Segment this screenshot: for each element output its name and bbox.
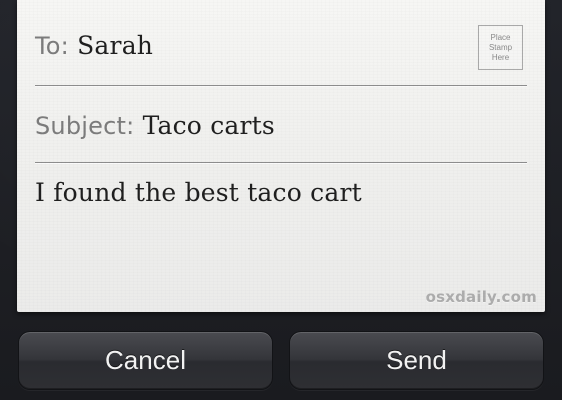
to-divider <box>35 85 527 86</box>
to-field[interactable]: To: Sarah <box>35 31 153 60</box>
watermark: osxdaily.com <box>425 288 537 306</box>
stamp-placeholder: Place Stamp Here <box>478 25 523 70</box>
cancel-button[interactable]: Cancel <box>18 331 273 390</box>
message-body[interactable]: I found the best taco cart <box>35 178 362 207</box>
stamp-line-1: Place <box>490 32 511 42</box>
subject-field[interactable]: Subject: Taco carts <box>35 111 275 140</box>
stamp-line-3: Here <box>491 52 510 62</box>
siri-mail-compose-screen: Place Stamp Here To: Sarah Subject: Taco… <box>0 0 562 400</box>
send-button[interactable]: Send <box>289 331 544 390</box>
subject-divider <box>35 162 527 163</box>
mail-compose-card: Place Stamp Here To: Sarah Subject: Taco… <box>17 0 545 312</box>
subject-value[interactable]: Taco carts <box>143 111 275 140</box>
to-value[interactable]: Sarah <box>77 31 153 60</box>
stamp-line-2: Stamp <box>488 42 513 52</box>
subject-label: Subject: <box>35 112 135 140</box>
to-label: To: <box>35 32 69 60</box>
